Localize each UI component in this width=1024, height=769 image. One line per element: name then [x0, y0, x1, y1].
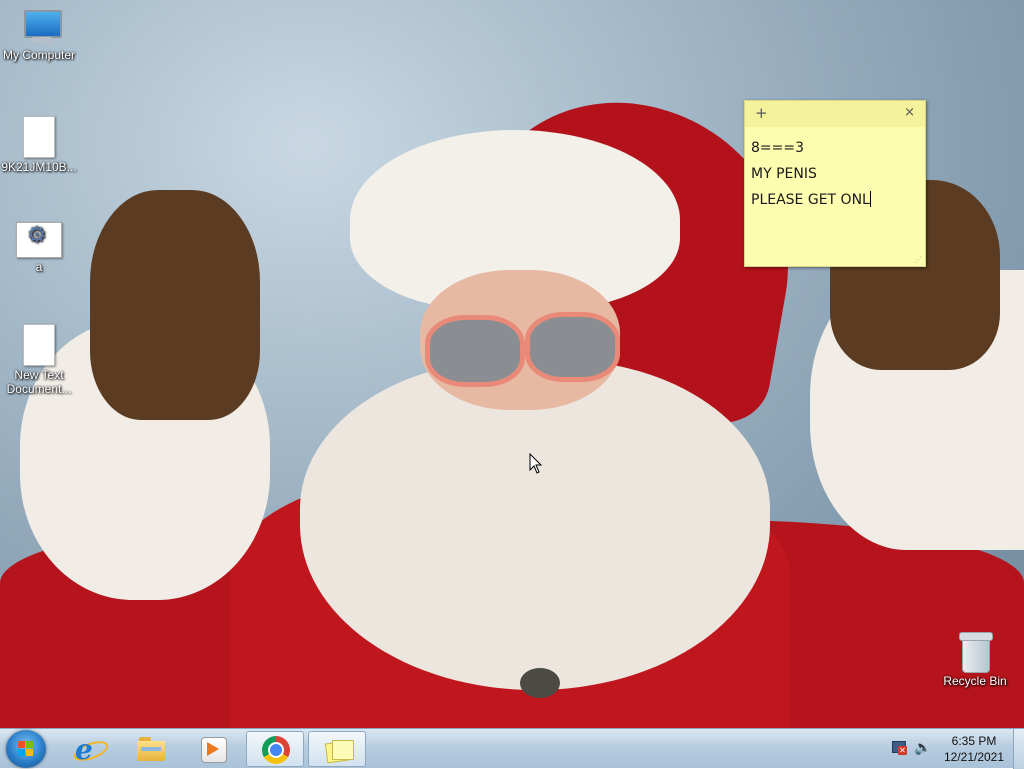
desktop-icon-label: Recycle Bin: [943, 674, 1007, 688]
network-error-icon[interactable]: ✕: [892, 741, 907, 755]
add-note-icon[interactable]: +: [755, 104, 768, 122]
wallpaper-sunglasses-right: [525, 312, 620, 382]
taskbar-internet-explorer-button[interactable]: e: [60, 731, 118, 767]
desktop-icon-label: 9K21JM10B...: [1, 160, 77, 174]
wallpaper-glove-left: [90, 190, 260, 420]
mouse-cursor-icon: [529, 453, 543, 474]
sticky-note-text-area[interactable]: 8===3 MY PENIS PLEASE GET ONL: [745, 127, 925, 213]
resize-grip-icon[interactable]: ⋰: [914, 255, 922, 264]
computer-icon: [18, 10, 62, 46]
chrome-icon: [262, 736, 290, 764]
system-tray: ✕ 🔈 6:35 PM 12/21/2021: [884, 729, 1024, 769]
media-player-icon: [199, 735, 227, 763]
wallpaper-sunglasses-left: [425, 315, 525, 387]
sticky-note[interactable]: + × 8===3 MY PENIS PLEASE GET ONL ⋰: [744, 100, 926, 267]
document-icon: [23, 116, 55, 158]
taskbar-media-player-button[interactable]: [184, 731, 242, 767]
settings-file-icon: ⚙: [16, 222, 62, 258]
desktop-icon-label: New Text Document...: [6, 368, 72, 396]
desktop-icon-my-computer[interactable]: My Computer: [0, 10, 78, 62]
desktop: My Computer 9K21JM10B... ⚙ a New Text Do…: [0, 0, 1024, 728]
start-button[interactable]: [6, 730, 46, 768]
speaker-icon[interactable]: 🔈: [914, 740, 931, 756]
desktop-icon-label: My Computer: [2, 48, 76, 62]
clock-date: 12/21/2021: [943, 750, 1005, 764]
desktop-icon-label: a: [35, 260, 43, 274]
sticky-note-title-bar[interactable]: + ×: [745, 101, 925, 127]
internet-explorer-icon: e: [71, 733, 111, 766]
sticky-note-line: 8===3: [751, 140, 805, 156]
taskbar-file-explorer-button[interactable]: [122, 731, 180, 767]
show-desktop-button[interactable]: [1013, 729, 1024, 769]
taskbar: e ✕ 🔈 6:35 PM 12/21/2021: [0, 728, 1024, 769]
text-caret: [869, 191, 871, 207]
text-document-icon: [23, 324, 55, 366]
taskbar-chrome-button[interactable]: [246, 731, 304, 767]
desktop-icon-recycle-bin[interactable]: Recycle Bin: [936, 632, 1014, 688]
sticky-note-line: MY PENIS: [751, 166, 817, 182]
windows-start-icon: [18, 741, 34, 757]
wallpaper-coat-button: [520, 668, 560, 698]
sticky-note-line: PLEASE GET ONL: [751, 191, 871, 208]
desktop-icon-new-text-document[interactable]: New Text Document...: [0, 324, 78, 396]
desktop-icon-document[interactable]: 9K21JM10B...: [0, 116, 78, 174]
sticky-notes-icon: [324, 736, 354, 764]
clock[interactable]: 6:35 PM 12/21/2021: [936, 733, 1012, 765]
taskbar-sticky-notes-button[interactable]: [308, 731, 366, 767]
file-explorer-icon: [137, 735, 165, 763]
clock-time: 6:35 PM: [951, 734, 997, 748]
close-icon[interactable]: ×: [904, 105, 915, 120]
desktop-icon-a[interactable]: ⚙ a: [0, 222, 78, 274]
recycle-bin-icon: [959, 632, 993, 673]
